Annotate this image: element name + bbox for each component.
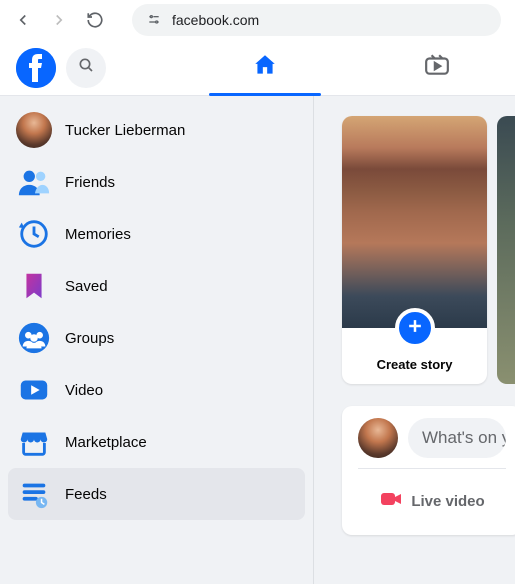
tab-home[interactable] [209,40,321,95]
site-controls-icon[interactable] [146,12,162,28]
browser-toolbar: facebook.com [0,0,515,40]
forward-button[interactable] [50,11,68,29]
facebook-top-bar [0,40,515,96]
sidebar-item-memories[interactable]: Memories [8,208,305,260]
feeds-icon [16,476,52,512]
avatar [16,112,52,148]
friends-icon [16,164,52,200]
tab-video[interactable] [381,40,493,95]
home-icon [252,52,278,83]
back-button[interactable] [14,11,32,29]
divider [358,468,506,469]
sidebar-item-label: Memories [65,226,131,243]
sidebar-item-saved[interactable]: Saved [8,260,305,312]
composer-placeholder: What's on y [422,428,506,448]
create-story-button[interactable] [395,308,435,348]
video-tab-icon [424,52,450,83]
story-photo [342,116,487,328]
sidebar-item-friends[interactable]: Friends [8,156,305,208]
top-navigation [186,40,515,95]
facebook-logo[interactable] [16,48,56,88]
url-text: facebook.com [172,12,259,28]
sidebar-item-label: Saved [65,278,108,295]
sidebar-item-label: Video [65,382,103,399]
stories-row: Create story [342,116,515,384]
sidebar-item-profile[interactable]: Tucker Lieberman [8,104,305,156]
sidebar-item-feeds[interactable]: Feeds [8,468,305,520]
search-icon [78,57,94,78]
sidebar-item-groups[interactable]: Groups [8,312,305,364]
composer-input[interactable]: What's on y [408,418,506,458]
main-content: Tucker Lieberman Friends Memories Saved … [0,96,515,584]
post-composer: What's on y Live video [342,406,515,535]
story-card-peek[interactable] [497,116,515,384]
sidebar-item-video[interactable]: Video [8,364,305,416]
sidebar-item-label: Groups [65,330,114,347]
create-story-card[interactable]: Create story [342,116,487,384]
sidebar-item-label: Tucker Lieberman [65,122,185,139]
sidebar-item-marketplace[interactable]: Marketplace [8,416,305,468]
groups-icon [16,320,52,356]
feed-area: Create story What's on y Live video [314,96,515,584]
memories-icon [16,216,52,252]
avatar[interactable] [358,418,398,458]
sidebar-item-label: Feeds [65,486,107,503]
plus-icon [405,316,425,341]
left-sidebar: Tucker Lieberman Friends Memories Saved … [0,96,314,584]
marketplace-icon [16,424,52,460]
reload-button[interactable] [86,11,104,29]
sidebar-item-label: Friends [65,174,115,191]
live-video-icon [379,487,403,515]
video-icon [16,372,52,408]
search-button[interactable] [66,48,106,88]
live-video-label: Live video [411,493,484,510]
sidebar-item-label: Marketplace [65,434,147,451]
saved-icon [16,268,52,304]
live-video-button[interactable]: Live video [358,479,506,523]
address-bar[interactable]: facebook.com [132,4,501,36]
